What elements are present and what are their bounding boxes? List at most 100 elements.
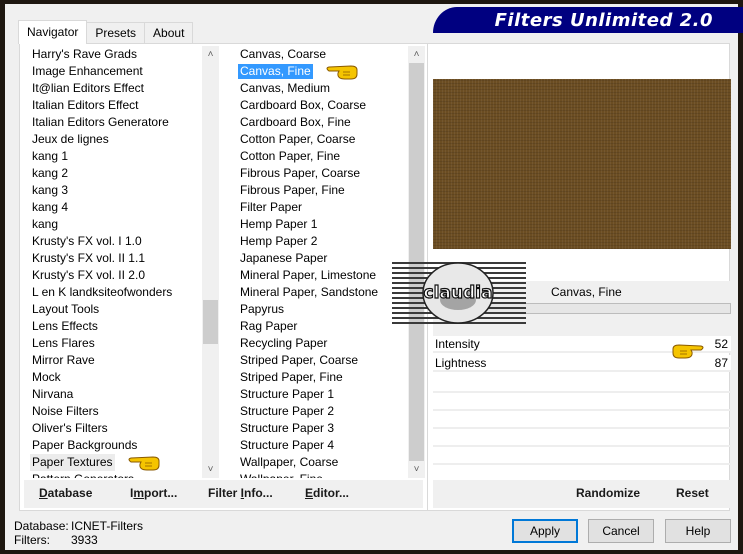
list-item[interactable]: Krusty's FX vol. II 1.1 <box>24 250 221 267</box>
list-item[interactable]: Canvas, Medium <box>232 80 425 97</box>
cancel-button[interactable]: Cancel <box>588 519 654 543</box>
editor-button[interactable]: Editor... <box>305 486 349 500</box>
list-item[interactable]: Mock <box>24 369 221 386</box>
intensity-label: Intensity <box>435 337 480 351</box>
list-item-label: kang 2 <box>32 166 69 180</box>
status-filters: Filters: 3933 <box>14 533 98 547</box>
list-item-label: Lens Flares <box>32 336 95 350</box>
tab-navigator[interactable]: Navigator <box>18 20 88 44</box>
list-item[interactable]: kang <box>24 216 221 233</box>
list-item[interactable]: Striped Paper, Coarse <box>232 352 425 369</box>
list-item[interactable]: Filter Paper <box>232 199 425 216</box>
list-item[interactable]: Striped Paper, Fine <box>232 369 425 386</box>
list-item[interactable]: Paper Textures <box>24 454 221 472</box>
tab-presets[interactable]: Presets <box>86 22 146 44</box>
list-item-label: Structure Paper 2 <box>240 404 335 418</box>
list-item-label: Filter Paper <box>240 200 303 214</box>
list-item-label: It@lian Editors Effect <box>32 81 145 95</box>
list-item[interactable]: Fibrous Paper, Fine <box>232 182 425 199</box>
list-item[interactable]: Wallpaper, Fine <box>232 471 425 478</box>
list-item-label: Striped Paper, Coarse <box>240 353 359 367</box>
import-button[interactable]: Import... <box>130 486 177 500</box>
list-item[interactable]: Cotton Paper, Coarse <box>232 131 425 148</box>
list-item-label: Structure Paper 4 <box>240 438 335 452</box>
navigator-panel: Harry's Rave Grads Image Enhancement It@li… <box>19 43 428 511</box>
list-item-label: Cotton Paper, Fine <box>240 149 341 163</box>
list-item[interactable]: Structure Paper 3 <box>232 420 425 437</box>
list-item-label: Krusty's FX vol. I 1.0 <box>32 234 142 248</box>
list-item[interactable]: kang 2 <box>24 165 221 182</box>
scroll-up-icon[interactable]: ˄ <box>202 46 219 63</box>
tab-bar: Navigator Presets About <box>18 20 194 44</box>
list-item[interactable]: Lens Flares <box>24 335 221 352</box>
list-item[interactable]: Lens Effects <box>24 318 221 335</box>
database-label: Database: <box>14 519 69 533</box>
reset-button[interactable]: Reset <box>676 486 709 500</box>
list-item-label: Harry's Rave Grads <box>32 47 137 61</box>
list-item[interactable]: kang 1 <box>24 148 221 165</box>
list-item-label: Mineral Paper, Limestone <box>240 268 377 282</box>
list-item[interactable]: Krusty's FX vol. I 1.0 <box>24 233 221 250</box>
preset-toolbar: Randomize Reset <box>433 480 731 508</box>
category-list[interactable]: Harry's Rave Grads Image Enhancement It@li… <box>24 46 221 478</box>
filters-value: 3933 <box>71 533 98 547</box>
list-item-label: Fibrous Paper, Coarse <box>240 166 361 180</box>
list-item[interactable]: Oliver's Filters <box>24 420 221 437</box>
pointing-hand-icon <box>128 456 159 471</box>
list-item[interactable]: Cardboard Box, Coarse <box>232 97 425 114</box>
preview-image <box>433 79 731 249</box>
list-item[interactable]: Nirvana <box>24 386 221 403</box>
list-item-label: Noise Filters <box>32 404 99 418</box>
scroll-up-icon[interactable]: ˄ <box>408 46 425 63</box>
list-item[interactable]: L en K landksiteofwonders <box>24 284 221 301</box>
list-item[interactable]: Canvas, Coarse <box>232 46 425 63</box>
list-item[interactable]: Hemp Paper 2 <box>232 233 425 250</box>
list-item-label: Striped Paper, Fine <box>240 370 343 384</box>
list-item[interactable]: Italian Editors Generatore <box>24 114 221 131</box>
scrollbar-thumb[interactable] <box>203 300 218 344</box>
database-button[interactable]: Database <box>39 486 92 500</box>
list-item-label: Canvas, Coarse <box>240 47 327 61</box>
tab-about[interactable]: About <box>144 22 194 44</box>
list-item[interactable]: Structure Paper 1 <box>232 386 425 403</box>
list-item[interactable]: Recycling Paper <box>232 335 425 352</box>
randomize-button[interactable]: Randomize <box>576 486 640 500</box>
category-scrollbar[interactable]: ˄ ˅ <box>202 46 219 478</box>
scroll-down-icon[interactable]: ˅ <box>408 461 425 478</box>
help-button[interactable]: Help <box>665 519 731 543</box>
list-item-label: Pattern Generators <box>30 472 136 478</box>
list-item[interactable]: kang 4 <box>24 199 221 216</box>
list-item[interactable]: Italian Editors Effect <box>24 97 221 114</box>
list-item[interactable]: Fibrous Paper, Coarse <box>232 165 425 182</box>
list-item[interactable]: Cardboard Box, Fine <box>232 114 425 131</box>
list-item[interactable]: Cotton Paper, Fine <box>232 148 425 165</box>
list-item[interactable]: Wallpaper, Coarse <box>232 454 425 471</box>
list-item[interactable]: Layout Tools <box>24 301 221 318</box>
list-item[interactable]: Mirror Rave <box>24 352 221 369</box>
app-banner: Filters Unlimited 2.0 <box>433 7 743 33</box>
list-item[interactable]: Pattern Generators <box>24 471 221 478</box>
list-item[interactable]: Krusty's FX vol. II 2.0 <box>24 267 221 284</box>
apply-button[interactable]: Apply <box>512 519 578 543</box>
list-item[interactable]: kang 3 <box>24 182 221 199</box>
list-item[interactable]: It@lian Editors Effect <box>24 80 221 97</box>
scroll-down-icon[interactable]: ˅ <box>202 461 219 478</box>
list-item-label: Recycling Paper <box>240 336 328 350</box>
list-item-label: Krusty's FX vol. II 1.1 <box>32 251 145 265</box>
list-item[interactable]: Canvas, Fine <box>232 63 425 80</box>
filter-info-button[interactable]: Filter Info... <box>208 486 273 500</box>
list-item[interactable]: Structure Paper 4 <box>232 437 425 454</box>
list-item-label: Cardboard Box, Coarse <box>240 98 367 112</box>
list-item-label: Hemp Paper 2 <box>240 234 318 248</box>
list-item-label: Wallpaper, Coarse <box>240 455 339 469</box>
list-item[interactable]: Jeux de lignes <box>24 131 221 148</box>
list-item-label: Fibrous Paper, Fine <box>240 183 345 197</box>
list-item[interactable]: Image Enhancement <box>24 63 221 80</box>
list-item-label: Lens Effects <box>32 319 98 333</box>
list-item[interactable]: Harry's Rave Grads <box>24 46 221 63</box>
list-item[interactable]: Structure Paper 2 <box>232 403 425 420</box>
list-item-label: Hemp Paper 1 <box>240 217 318 231</box>
list-item[interactable]: Paper Backgrounds <box>24 437 221 454</box>
list-item[interactable]: Hemp Paper 1 <box>232 216 425 233</box>
list-item[interactable]: Noise Filters <box>24 403 221 420</box>
